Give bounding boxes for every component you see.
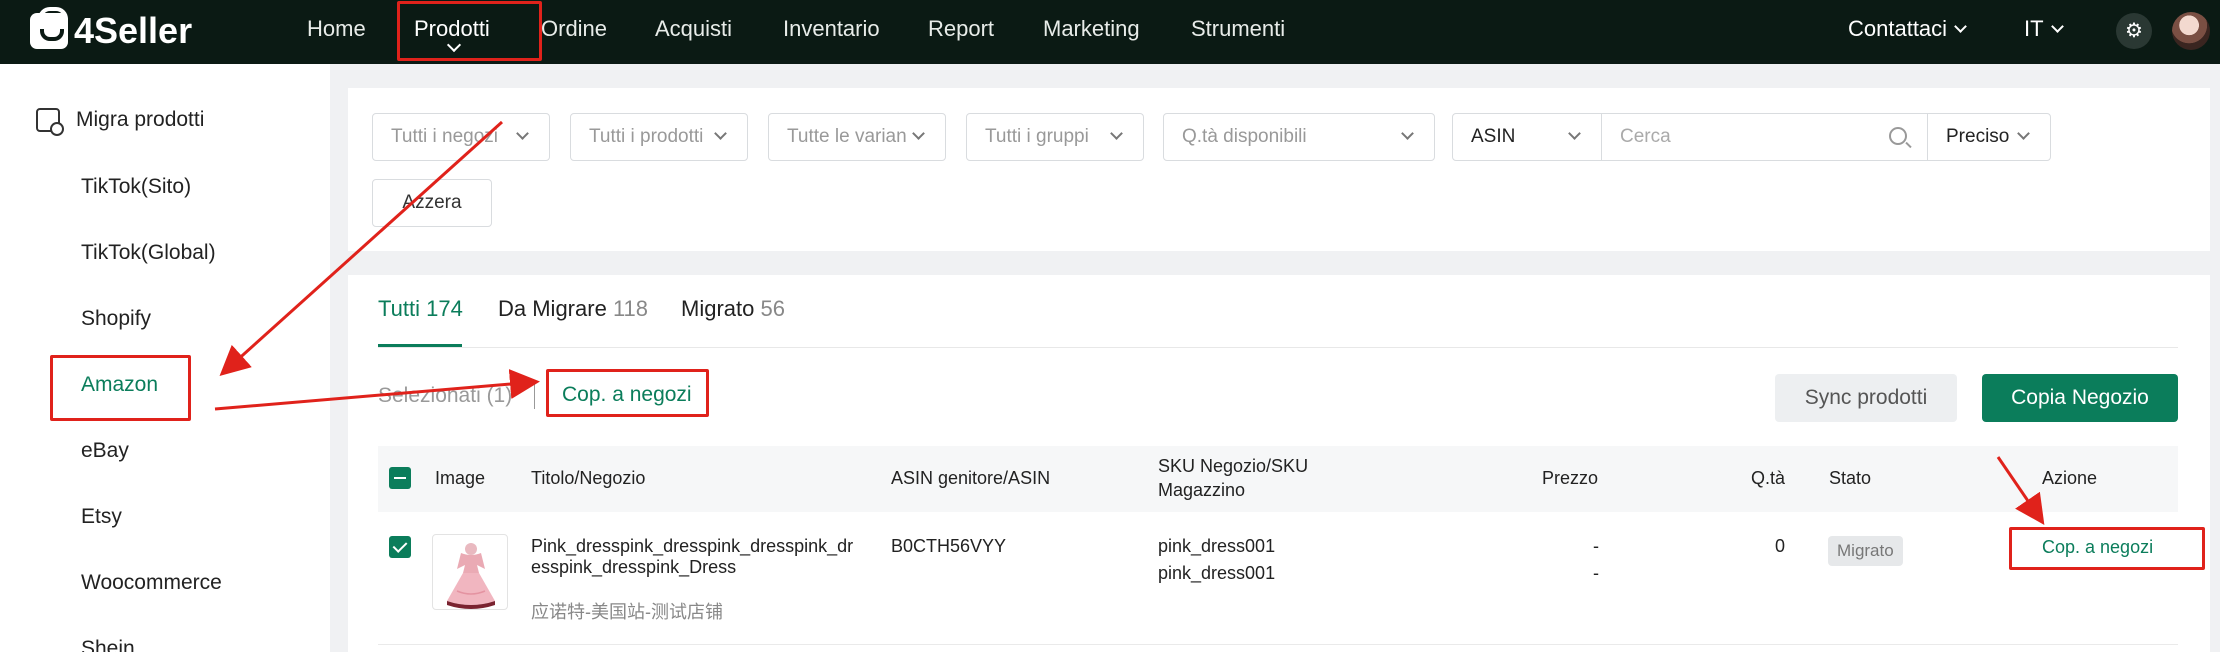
chevron-down-icon: [516, 127, 529, 140]
brand-name: 4Seller: [74, 10, 193, 51]
shop-filter-value: Tutti i negozi: [391, 126, 499, 147]
gear-icon[interactable]: ⚙: [2116, 13, 2152, 49]
tab-label: Da Migrare: [498, 296, 607, 321]
active-tab-indicator: [378, 344, 462, 347]
dress-image: [447, 543, 495, 609]
status-badge: Migrato: [1828, 536, 1903, 566]
shop-filter[interactable]: Tutti i negozi: [372, 113, 550, 161]
col-asin: ASIN genitore/ASIN: [891, 468, 1051, 488]
product-title-line2[interactable]: esspink_dresspink_Dress: [531, 557, 736, 578]
contact-menu[interactable]: Contattaci: [1848, 0, 1967, 64]
tab-label: Migrato: [681, 296, 755, 321]
price-value-secondary: -: [1593, 563, 1599, 583]
sidebar-item-shopify[interactable]: Shopify: [81, 307, 151, 331]
col-action: Azione: [2042, 468, 2098, 488]
chevron-down-icon: [1401, 127, 1414, 140]
chevron-down-icon: [2017, 127, 2030, 140]
nav-inventario[interactable]: Inventario: [783, 0, 880, 64]
nav-home[interactable]: Home: [307, 0, 366, 64]
qty-filter[interactable]: Q.tà disponibili: [1163, 113, 1435, 161]
language-menu[interactable]: IT: [2024, 0, 2064, 64]
migrate-icon: [36, 108, 64, 136]
asin-value: B0CTH56VYY: [891, 536, 1007, 556]
tab-count: 56: [760, 296, 785, 321]
avatar[interactable]: [2172, 12, 2210, 50]
product-filter-value: Tutti i prodotti: [589, 126, 704, 147]
tab-label: Tutti: [378, 296, 420, 321]
sidebar-header[interactable]: Migra prodotti: [36, 108, 205, 136]
highlight-box-amazon: [50, 355, 191, 421]
col-sku-warehouse: Magazzino: [1158, 480, 1246, 500]
search-field-value: ASIN: [1471, 126, 1516, 147]
copy-shop-button[interactable]: Copia Negozio: [1982, 374, 2178, 422]
qty-filter-value: Q.tà disponibili: [1182, 126, 1307, 147]
tab-count: 118: [612, 296, 649, 321]
top-nav-bar: 4Seller Home Prodotti Ordine Acquisti In…: [0, 0, 2220, 64]
chevron-down-icon: [1110, 127, 1123, 140]
chevron-down-icon: [2050, 20, 2064, 33]
tab-count: 174: [426, 296, 463, 321]
search-icon[interactable]: [1889, 127, 1907, 145]
nav-strumenti[interactable]: Strumenti: [1191, 0, 1285, 64]
product-thumbnail[interactable]: [432, 534, 508, 610]
language-label: IT: [2024, 16, 2044, 41]
row-divider: [378, 644, 2178, 645]
highlight-box-row-action: [2009, 527, 2205, 570]
divider: [534, 383, 535, 409]
nav-ordine[interactable]: Ordine: [541, 0, 607, 64]
sku-shop-value: pink_dress001: [1158, 536, 1276, 556]
chevron-down-icon: [714, 127, 727, 140]
selected-count: Selezionati (1): [378, 384, 513, 407]
sidebar-item-woocommerce[interactable]: Woocommerce: [81, 571, 222, 595]
sidebar-header-label: Migra prodotti: [76, 108, 205, 131]
contact-label: Contattaci: [1848, 16, 1948, 41]
reset-button[interactable]: Azzera: [372, 179, 492, 227]
sidebar-item-tiktok-global[interactable]: TikTok(Global): [81, 241, 216, 265]
variant-filter-value: Tutte le varian: [787, 126, 907, 147]
nav-acquisti[interactable]: Acquisti: [655, 0, 732, 64]
qty-value: 0: [1775, 536, 1786, 556]
shop-name: 应诺特-美国站-测试店铺: [531, 602, 723, 622]
product-filter[interactable]: Tutti i prodotti: [570, 113, 748, 161]
row-checkbox[interactable]: [389, 536, 411, 558]
tab-da-migrare[interactable]: Da Migrare 118: [498, 296, 648, 322]
match-mode-select[interactable]: Preciso: [1927, 113, 2051, 161]
col-sku-shop: SKU Negozio/SKU: [1158, 456, 1309, 476]
product-title-line1[interactable]: Pink_dresspink_dresspink_dresspink_dr: [531, 536, 853, 557]
variant-filter[interactable]: Tutte le varian: [768, 113, 946, 161]
nav-marketing[interactable]: Marketing: [1043, 0, 1140, 64]
nav-report[interactable]: Report: [928, 0, 994, 64]
brand-logo[interactable]: 4Seller: [30, 7, 193, 52]
tab-divider: [378, 347, 2178, 348]
search-placeholder: Cerca: [1620, 126, 1671, 147]
tab-migrato[interactable]: Migrato 56: [681, 296, 785, 322]
match-mode-value: Preciso: [1946, 126, 2010, 147]
sidebar-item-etsy[interactable]: Etsy: [81, 505, 122, 529]
tab-tutti[interactable]: Tutti 174: [378, 296, 463, 322]
price-value: -: [1593, 536, 1599, 556]
sync-products-button[interactable]: Sync prodotti: [1775, 374, 1957, 422]
select-all-checkbox[interactable]: [389, 467, 411, 489]
bag-icon: [30, 7, 68, 49]
col-price: Prezzo: [1542, 468, 1599, 488]
highlight-box-prodotti: [397, 1, 542, 61]
search-input[interactable]: Cerca: [1601, 113, 1928, 161]
sidebar-item-shein[interactable]: Shein: [81, 637, 135, 652]
sku-warehouse-value: pink_dress001: [1158, 563, 1276, 583]
col-qty: Q.tà: [1751, 468, 1786, 488]
sidebar-item-tiktok-sito[interactable]: TikTok(Sito): [81, 175, 191, 199]
group-filter[interactable]: Tutti i gruppi: [966, 113, 1144, 161]
chevron-down-icon: [912, 127, 925, 140]
col-image: Image: [435, 468, 486, 488]
chevron-down-icon: [1568, 127, 1581, 140]
col-status: Stato: [1829, 468, 1872, 488]
group-filter-value: Tutti i gruppi: [985, 126, 1089, 147]
search-field-select[interactable]: ASIN: [1452, 113, 1602, 161]
sidebar-item-ebay[interactable]: eBay: [81, 439, 129, 463]
chevron-down-icon: [1954, 20, 1967, 33]
highlight-box-copy-link: [546, 369, 709, 417]
col-title: Titolo/Negozio: [531, 468, 646, 488]
